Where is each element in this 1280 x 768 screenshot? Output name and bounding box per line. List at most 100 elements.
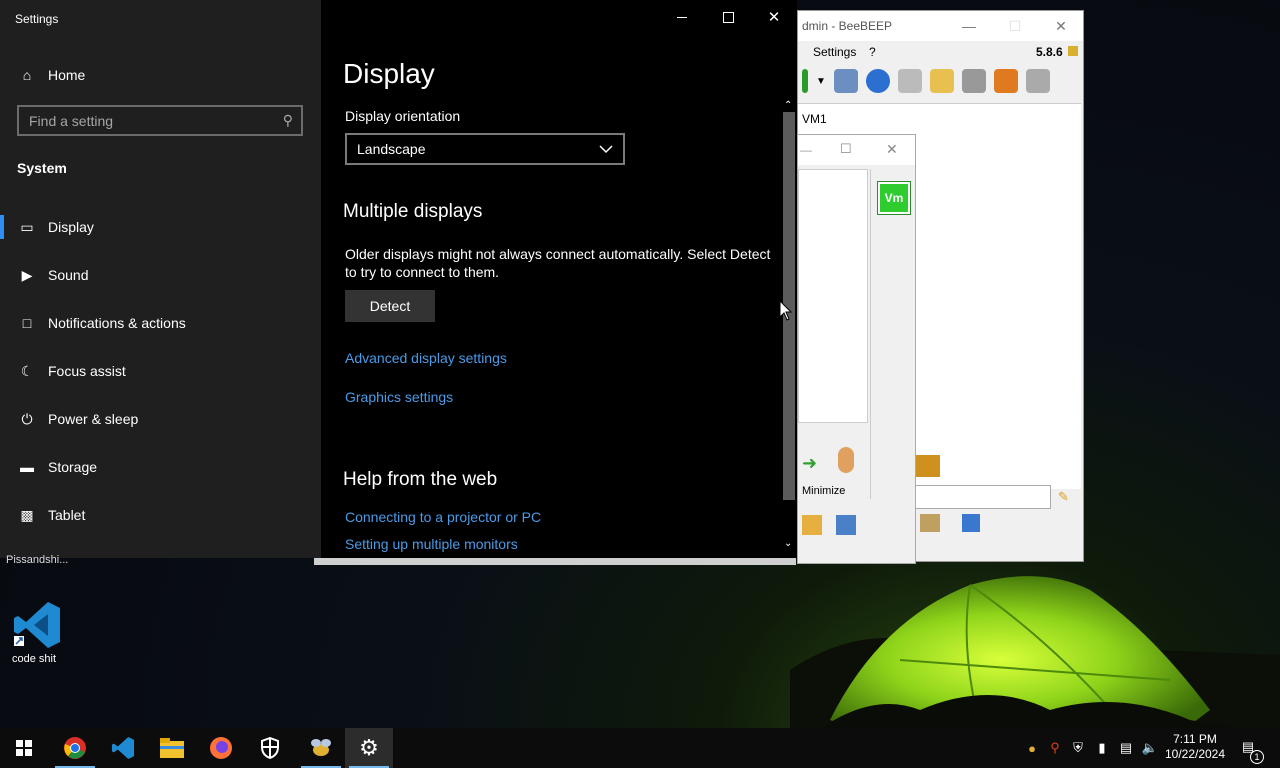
scroll-up-icon[interactable]: ⌃	[784, 100, 792, 111]
nav-storage[interactable]: ▬ Storage	[0, 443, 321, 491]
scroll-down-icon[interactable]: ⌄	[784, 538, 792, 549]
desktop-item-label[interactable]: Pissandshi...	[6, 554, 68, 566]
help-link-projector[interactable]: Connecting to a projector or PC	[345, 509, 541, 525]
graphics-settings-link[interactable]: Graphics settings	[345, 389, 453, 405]
clear-icon[interactable]: ✎	[1058, 489, 1069, 505]
bee-icon	[1068, 46, 1078, 56]
search-input[interactable]	[19, 111, 271, 130]
group-icon[interactable]	[920, 514, 940, 532]
beebeep-sub-window[interactable]: — ☐ ✕ Vm ➜ Minimize	[797, 134, 940, 564]
help-heading: Help from the web	[343, 469, 498, 490]
minimize-icon	[677, 16, 687, 18]
search-box[interactable]: ⚲	[17, 105, 303, 136]
close-button[interactable]: ✕	[1038, 11, 1084, 41]
advanced-display-settings-link[interactable]: Advanced display settings	[345, 350, 507, 366]
search-icon[interactable]: ⚲	[283, 112, 293, 129]
nav-tablet[interactable]: ▩ Tablet	[0, 491, 321, 539]
network-icon[interactable]	[865, 69, 890, 93]
taskbar-security[interactable]	[246, 728, 294, 768]
taskbar-settings[interactable]: ⚙	[345, 728, 393, 768]
vm-badge[interactable]: Vm	[877, 181, 911, 215]
wallpaper-tent	[790, 576, 1280, 736]
microphone-icon[interactable]	[838, 447, 854, 473]
page-title: Display	[343, 58, 435, 89]
trash-icon[interactable]	[1025, 69, 1050, 93]
home-icon: ⌂	[22, 67, 32, 83]
nav-home[interactable]: ⌂ Home	[0, 51, 321, 99]
chevron-down-icon	[599, 145, 613, 154]
taskbar-file-explorer[interactable]	[148, 728, 196, 768]
edit-profile-icon[interactable]	[833, 69, 858, 93]
clock-date: 10/22/2024	[1164, 747, 1226, 761]
tools-icon[interactable]	[961, 69, 986, 93]
message-input[interactable]	[913, 485, 1051, 509]
tray-beebeep-icon[interactable]: ●	[1022, 738, 1042, 758]
taskbar-firefox[interactable]	[197, 728, 245, 768]
taskbar-chrome[interactable]	[51, 728, 99, 768]
chrome-icon	[64, 737, 86, 759]
notification-count: 1	[1250, 750, 1264, 764]
taskbar-clock[interactable]: 7:11 PM 10/22/2024	[1160, 732, 1230, 762]
nav-focus-assist[interactable]: ☾ Focus assist	[0, 347, 321, 395]
status-green-icon[interactable]	[802, 69, 808, 93]
detect-button[interactable]: Detect	[345, 290, 435, 322]
tray-network-icon[interactable]: ▤	[1116, 738, 1136, 758]
pin-icon[interactable]	[962, 514, 980, 532]
chevron-down-icon[interactable]: ▼	[816, 76, 826, 87]
settings-close-button[interactable]: ✕	[751, 0, 797, 34]
multiple-displays-heading: Multiple displays	[343, 201, 483, 222]
minimize-button[interactable]: —	[946, 11, 992, 41]
share-icon[interactable]	[802, 515, 822, 535]
sub-maximize-button[interactable]: ☐	[840, 141, 852, 157]
write-icon[interactable]	[929, 69, 954, 93]
sub-minimize-button[interactable]: —	[800, 143, 812, 157]
settings-minimize-button[interactable]	[659, 0, 705, 34]
update-icon[interactable]	[993, 69, 1018, 93]
speaker-icon: ▶	[21, 266, 33, 283]
menu-help[interactable]: ?	[869, 41, 876, 63]
tray-battery-icon[interactable]: ▮	[1092, 738, 1112, 758]
nav-label: Tablet	[48, 507, 86, 523]
window-bottom-edge	[314, 558, 796, 565]
settings-maximize-button[interactable]	[705, 0, 751, 34]
maximize-icon	[722, 11, 734, 23]
folder-icon	[160, 738, 184, 758]
sub-close-button[interactable]: ✕	[886, 141, 898, 158]
save-icon[interactable]	[836, 515, 856, 535]
nav-label: Focus assist	[48, 363, 126, 379]
help-link-multiple-monitors[interactable]: Setting up multiple monitors	[345, 536, 518, 552]
tablet-icon: ▩	[20, 506, 34, 523]
power-icon: ⏻	[21, 410, 33, 427]
maximize-button[interactable]: ☐	[992, 11, 1038, 41]
nav-notifications[interactable]: □ Notifications & actions	[0, 299, 321, 347]
users-icon[interactable]	[916, 455, 940, 477]
taskbar: ⚙ ● ⚲ ⛨ ▮ ▤ 🔈 7:11 PM 10/22/2024 ▤ 1	[0, 728, 1280, 768]
nav-power-sleep[interactable]: ⏻ Power & sleep	[0, 395, 321, 443]
arrow-right-icon[interactable]: ➜	[802, 453, 817, 474]
storage-icon: ▬	[20, 459, 34, 475]
orientation-dropdown[interactable]: Landscape	[345, 133, 625, 165]
start-button[interactable]	[0, 728, 48, 768]
home-icon[interactable]	[897, 69, 922, 93]
user-label: VM1	[802, 112, 827, 126]
nav-label: Sound	[48, 267, 89, 283]
tray-shield-icon[interactable]: ⛨	[1068, 738, 1088, 758]
beebeep-menubar: Settings ? 5.8.6	[798, 41, 1083, 63]
vscode-icon[interactable]	[12, 600, 62, 650]
desktop-icon-label[interactable]: code shit	[12, 653, 56, 665]
minimize-label: Minimize	[802, 485, 846, 497]
app-title: Settings	[15, 12, 59, 26]
nav-sound[interactable]: ▶ Sound	[0, 251, 321, 299]
shield-icon	[261, 737, 279, 759]
taskbar-beebeep[interactable]	[297, 728, 345, 768]
nav-label: Display	[48, 219, 94, 235]
clock-time: 7:11 PM	[1173, 732, 1217, 746]
tray-search-icon[interactable]: ⚲	[1045, 738, 1065, 758]
menu-settings[interactable]: Settings	[813, 41, 856, 63]
nav-display[interactable]: ▭ Display	[0, 203, 321, 251]
windows-icon	[16, 740, 32, 756]
taskbar-vscode[interactable]	[99, 728, 147, 768]
sub-divider	[870, 169, 871, 499]
sub-white-pane	[798, 169, 868, 423]
tray-volume-muted-icon[interactable]: 🔈	[1140, 738, 1160, 758]
